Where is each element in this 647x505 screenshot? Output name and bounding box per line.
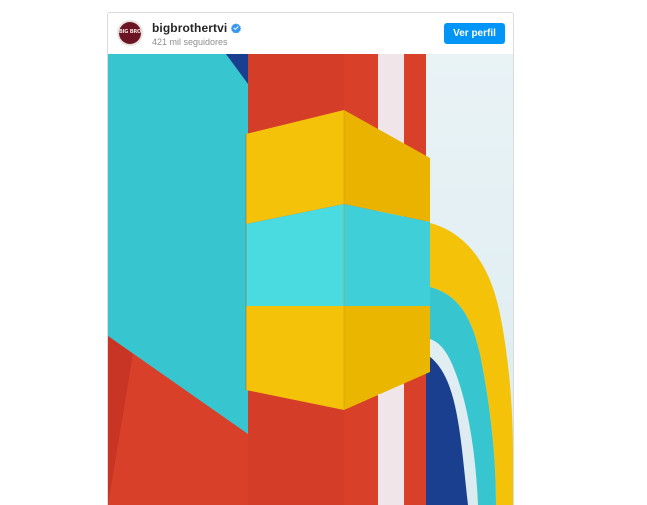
post-header: BIG BROTHER bigbrothertvi 421 mil seguid…: [108, 13, 513, 54]
username-link[interactable]: bigbrothertvi: [152, 21, 227, 35]
avatar-image: BIG BROTHER: [119, 22, 141, 44]
instagram-embed: BIG BROTHER bigbrothertvi 421 mil seguid…: [107, 12, 514, 505]
view-profile-button[interactable]: Ver perfil: [444, 23, 505, 44]
verified-badge-icon: [231, 23, 242, 33]
avatar-logo-text: BIG BROTHER: [119, 29, 141, 35]
username-row: bigbrothertvi: [152, 21, 242, 35]
follower-count: 421 mil seguidores: [152, 37, 228, 47]
post-image[interactable]: [108, 54, 513, 505]
mural-artwork: [108, 54, 513, 505]
avatar[interactable]: BIG BROTHER: [117, 20, 143, 46]
